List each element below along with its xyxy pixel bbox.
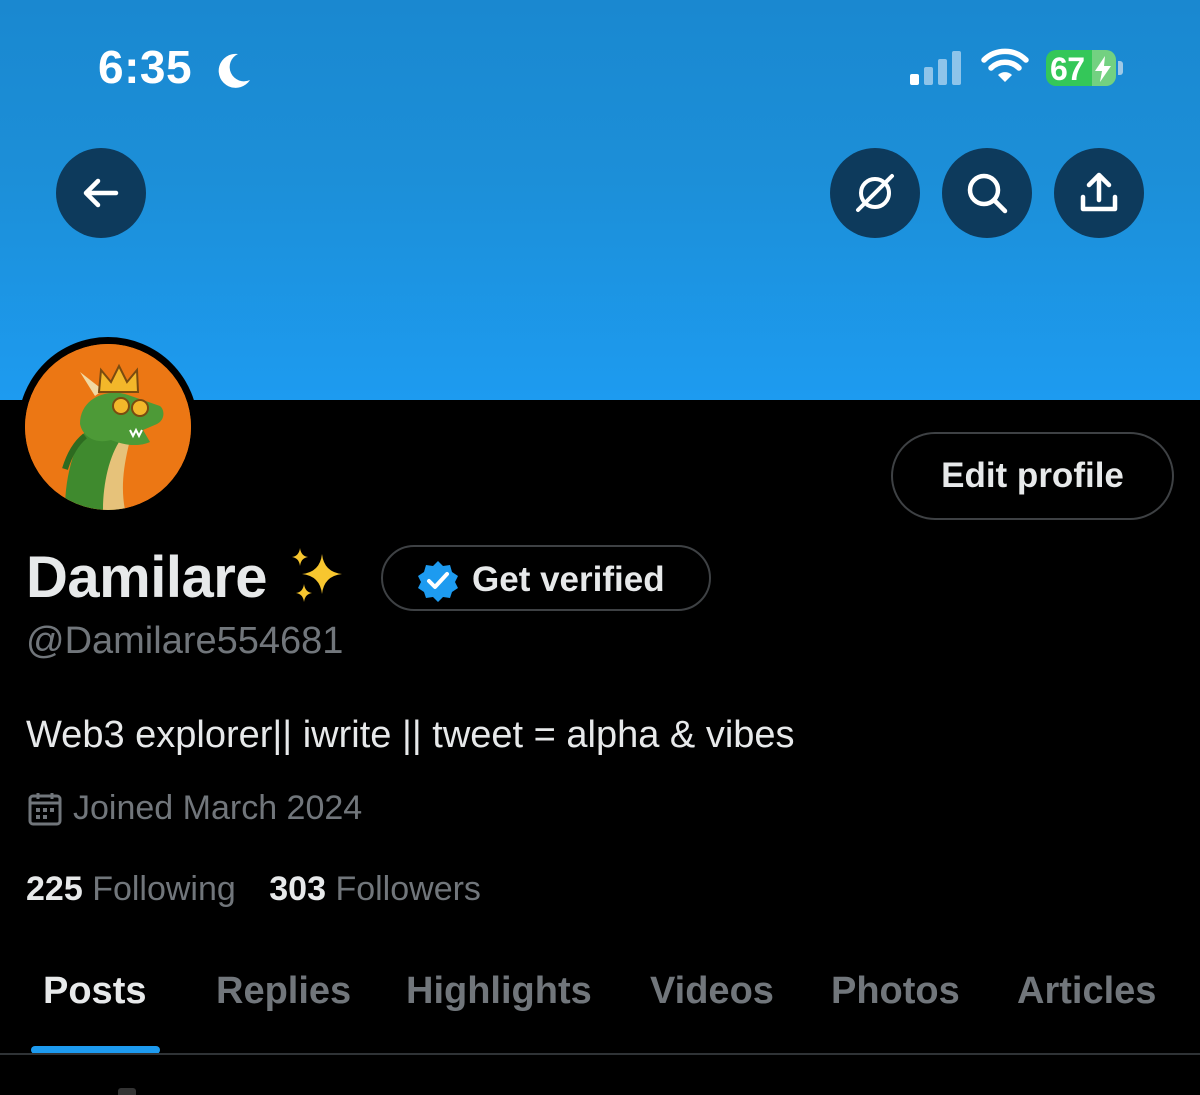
content-hint — [118, 1088, 136, 1095]
search-icon — [967, 173, 1008, 214]
charging-bolt-icon — [1095, 56, 1111, 82]
back-arrow-icon — [83, 178, 119, 208]
tab-highlights[interactable]: Highlights — [406, 970, 592, 1013]
calendar-icon — [28, 793, 62, 826]
battery-cap — [1118, 61, 1123, 75]
edit-profile-button[interactable]: Edit profile — [891, 432, 1174, 520]
sparkles-emoji-icon — [292, 548, 342, 602]
tab-articles[interactable]: Articles — [1017, 970, 1156, 1013]
followers-count: 303 — [269, 870, 326, 908]
follow-stats: 225 Following 303 Followers — [26, 870, 505, 909]
get-verified-label: Get verified — [472, 560, 665, 599]
avatar-image — [25, 344, 191, 510]
wifi-icon — [981, 48, 1029, 82]
profile-handle: @Damilare554681 — [26, 620, 344, 662]
back-button[interactable] — [56, 148, 146, 238]
joined-date: Joined March 2024 — [73, 789, 363, 827]
dragon-avatar-icon — [25, 344, 191, 510]
tab-posts[interactable]: Posts — [43, 970, 146, 1013]
tabs-divider — [0, 1053, 1200, 1055]
avatar[interactable] — [18, 337, 198, 517]
followers-label: Followers — [335, 870, 481, 908]
share-icon — [1080, 172, 1118, 212]
following-count: 225 — [26, 870, 83, 908]
grok-button[interactable] — [830, 148, 920, 238]
tab-photos[interactable]: Photos — [831, 970, 960, 1013]
followers-link[interactable]: 303 Followers — [269, 870, 481, 909]
profile-bio: Web3 explorer|| iwrite || tweet = alpha … — [26, 714, 795, 756]
display-name: Damilare — [26, 545, 268, 610]
status-time: 6:35 — [98, 41, 193, 93]
moon-icon — [218, 53, 250, 88]
following-label: Following — [92, 870, 236, 908]
grok-icon — [856, 174, 894, 212]
following-link[interactable]: 225 Following — [26, 870, 236, 909]
search-button[interactable] — [942, 148, 1032, 238]
tab-replies[interactable]: Replies — [216, 970, 351, 1013]
signal-icon — [910, 51, 961, 85]
share-button[interactable] — [1054, 148, 1144, 238]
battery-icon: 67 — [1046, 50, 1116, 86]
get-verified-button[interactable]: Get verified — [381, 545, 711, 611]
verified-badge-icon — [418, 561, 458, 602]
battery-percent: 67 — [1050, 51, 1085, 86]
profile-tabs: Posts Replies Highlights Videos Photos A… — [0, 960, 1200, 1054]
tab-videos[interactable]: Videos — [650, 970, 774, 1013]
